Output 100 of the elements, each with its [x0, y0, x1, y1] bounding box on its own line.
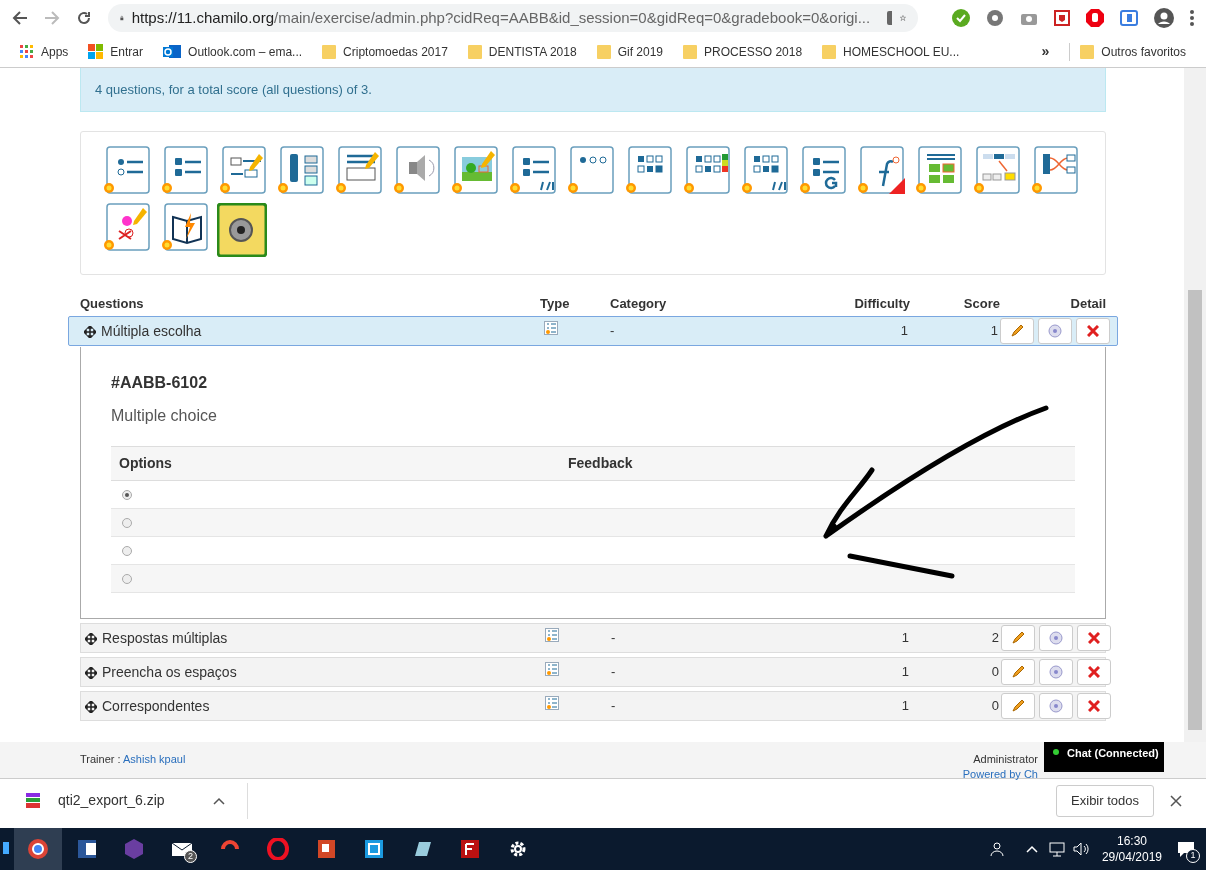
checklist-icon[interactable] — [159, 146, 209, 196]
shield-icon[interactable] — [1054, 10, 1070, 26]
radio-button[interactable] — [122, 489, 132, 500]
image-grid-icon[interactable] — [913, 146, 963, 196]
chevron-up-icon[interactable] — [212, 796, 225, 805]
network-icon[interactable] — [1047, 841, 1066, 857]
book-icon[interactable] — [159, 203, 209, 253]
powered-link[interactable]: Powered by Ch — [962, 767, 1038, 782]
edit-button[interactable] — [1001, 625, 1035, 651]
reload-icon[interactable] — [76, 10, 92, 26]
bookmark[interactable]: Criptomoedas 2017 — [322, 42, 448, 61]
clock-time[interactable]: 16:30 — [1116, 833, 1147, 849]
question-title[interactable]: Preencha os espaços — [102, 662, 237, 683]
matching-icon[interactable] — [275, 146, 325, 196]
bookmark[interactable]: Apps — [20, 42, 69, 61]
bookmark[interactable]: HOMESCHOOL EU... — [822, 42, 960, 61]
account-icon[interactable] — [1154, 8, 1174, 28]
question-title[interactable]: Múltipla escolha — [101, 321, 202, 342]
question-title[interactable]: Respostas múltiplas — [102, 628, 228, 649]
folder-icon — [467, 43, 482, 60]
score-cell-text: 0 — [990, 697, 1000, 715]
column-header: Feedback — [568, 454, 634, 473]
bookmark[interactable]: Gif 2019 — [596, 42, 664, 61]
edit-button[interactable] — [1000, 318, 1034, 344]
radio-row-icon[interactable] — [565, 146, 615, 196]
download-item[interactable]: qti2_export_6.zip — [58, 790, 165, 811]
move-icon[interactable] — [84, 325, 96, 338]
edit-button[interactable] — [1001, 693, 1035, 719]
bookmark[interactable]: Entrar — [88, 42, 144, 61]
clock-date[interactable]: 29/04/2019 — [1101, 849, 1162, 865]
safe-icon[interactable] — [217, 203, 267, 257]
delete-icon — [1087, 325, 1099, 337]
question-row[interactable]: Múltipla escolha - 1 1 — [68, 316, 1118, 346]
archive-icon — [24, 791, 42, 810]
column-header: Difficulty — [853, 295, 910, 313]
column-header: Options — [119, 454, 173, 473]
pencil-icon — [1011, 699, 1025, 713]
question-title[interactable]: Correspondentes — [102, 696, 210, 717]
notification-badge: 1 — [1186, 849, 1200, 863]
column-header: Questions — [80, 295, 145, 313]
overflow-button[interactable]: » — [1041, 41, 1050, 62]
radio-button[interactable] — [122, 573, 132, 584]
back-icon[interactable] — [12, 10, 28, 26]
speaker-icon[interactable] — [1071, 841, 1090, 857]
text-box-icon[interactable] — [333, 146, 383, 196]
score-cell-text: 1 — [989, 322, 999, 340]
bookmark[interactable]: Outros favoritos — [1069, 42, 1186, 61]
info-banner: 4 questions, for a total score (all questions) of 3. — [80, 68, 1106, 112]
formula-icon[interactable] — [855, 146, 905, 196]
score-cell-text: 2 — [990, 629, 1000, 647]
menu-icon[interactable] — [1190, 10, 1194, 26]
bookmark[interactable]: DENTISTA 2018 — [467, 42, 577, 61]
scrollbar[interactable] — [1184, 68, 1206, 742]
opera-icon[interactable] — [267, 838, 289, 860]
slides-app-icon[interactable] — [315, 838, 337, 860]
edit-button[interactable] — [1001, 659, 1035, 685]
question-type: Multiple choice — [111, 406, 218, 426]
check-icon[interactable] — [952, 9, 970, 27]
radio-list-icon[interactable] — [101, 146, 151, 196]
move-icon[interactable] — [85, 666, 97, 679]
show-all-button[interactable]: Exibir todos — [1056, 784, 1154, 817]
move-icon[interactable] — [85, 700, 97, 713]
matching-icon[interactable] — [1029, 146, 1079, 196]
document-app-icon[interactable] — [75, 838, 97, 860]
picture-edit-icon[interactable] — [449, 146, 499, 196]
address-bar[interactable]: https://11.chamilo.org/main/exercise/admin.php?cidReq=AABB&id_session=0&gidReq=0&gradebook=0&origi... — [108, 4, 918, 32]
close-icon[interactable] — [1170, 794, 1182, 807]
trainer-link[interactable]: Ashish kpaul — [123, 753, 186, 765]
folder-icon — [596, 43, 611, 60]
fill-in-icon[interactable] — [217, 146, 267, 196]
checkbox-grid-icon[interactable] — [681, 146, 731, 196]
delete-button[interactable] — [1077, 659, 1111, 685]
checklist-icon[interactable] — [797, 146, 847, 196]
checkbox-grid-icon[interactable] — [739, 146, 789, 196]
score-cell-text: 0 — [990, 663, 1000, 681]
disc-icon — [1049, 665, 1063, 679]
chat-button[interactable]: Chat (Connected) — [1044, 742, 1164, 772]
delete-button[interactable] — [1077, 693, 1111, 719]
admin-text: Administrator — [973, 752, 1038, 767]
checklist-icon[interactable] — [507, 146, 557, 196]
bookmark[interactable]: Outlook.com – ema... — [163, 42, 303, 61]
delete-button[interactable] — [1077, 625, 1111, 651]
move-icon[interactable] — [85, 632, 97, 645]
bracket-app-icon[interactable] — [363, 838, 385, 860]
list-type-icon — [545, 662, 559, 676]
drag-drop-icon[interactable] — [971, 146, 1021, 196]
question-code: #AABB-6102 — [111, 373, 209, 393]
delete-icon — [1088, 700, 1100, 712]
figure-edit-icon[interactable] — [101, 203, 151, 253]
browser-icon[interactable] — [27, 838, 49, 860]
ftp-app-icon[interactable] — [459, 838, 481, 860]
pencil-icon — [1011, 665, 1025, 679]
checkbox-grid-icon[interactable] — [623, 146, 673, 196]
delete-button[interactable] — [1076, 318, 1110, 344]
bookmark[interactable]: PROCESSO 2018 — [683, 42, 803, 61]
radio-button[interactable] — [122, 545, 132, 556]
column-header: Score — [962, 295, 1000, 313]
stop-hand-icon[interactable] — [1086, 9, 1104, 27]
extension-icon[interactable] — [1120, 10, 1138, 26]
radio-button[interactable] — [122, 517, 132, 528]
